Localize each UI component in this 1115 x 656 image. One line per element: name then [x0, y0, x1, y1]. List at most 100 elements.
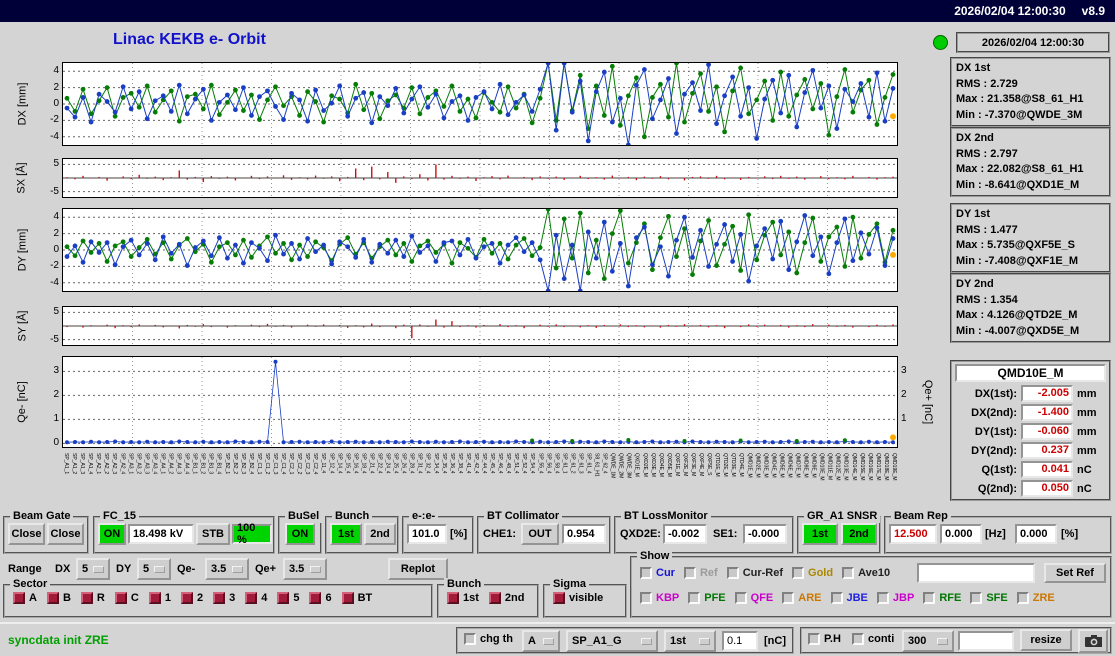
snapshot-button[interactable] — [1078, 629, 1108, 653]
fc15-on-button[interactable]: ON — [98, 523, 126, 545]
show-row2-jbp-checkbox[interactable]: JBP — [876, 592, 914, 604]
checkbox-indicator[interactable] — [277, 592, 290, 604]
busel-on-button[interactable]: ON — [285, 523, 315, 545]
show-row2-jbe-checkbox[interactable]: JBE — [830, 592, 868, 604]
sector-b-checkbox[interactable]: B — [46, 592, 71, 604]
range-qe-plus-select[interactable]: 3.5 — [283, 558, 327, 580]
show-row2-rfe-checkbox[interactable]: RFE — [923, 592, 961, 604]
bunch2-2nd-checkbox[interactable]: 2nd — [488, 592, 524, 604]
stats-title: DY 1st — [956, 208, 991, 220]
checkbox-indicator[interactable] — [852, 633, 864, 645]
checkbox-indicator[interactable] — [782, 592, 795, 604]
show-row1-cur-checkbox[interactable]: Cur — [640, 567, 675, 579]
show-row1-ref-checkbox[interactable]: Ref — [683, 567, 718, 579]
gr-a1-1st-button[interactable]: 1st — [802, 523, 838, 545]
sector-2-checkbox[interactable]: 2 — [180, 592, 203, 604]
axis-tick-label: -5 — [50, 333, 59, 345]
sector-3-checkbox[interactable]: 3 — [213, 592, 235, 604]
range-qe-minus-select[interactable]: 3.5 — [205, 558, 249, 580]
stats-title: DY 2nd — [956, 278, 994, 290]
interval-select[interactable]: 300 — [902, 630, 954, 652]
checkbox-indicator[interactable] — [46, 592, 59, 604]
bunch-2nd-button[interactable]: 2nd — [364, 523, 396, 545]
checkbox-indicator[interactable] — [842, 567, 855, 579]
station-label: SP_42_4 — [472, 453, 479, 474]
checkbox-indicator[interactable] — [148, 592, 161, 604]
checkbox-indicator[interactable] — [13, 592, 25, 604]
sector-6-checkbox[interactable]: 6 — [309, 592, 332, 604]
beam-gate-close1-button[interactable]: Close — [8, 523, 45, 545]
checkbox-indicator[interactable] — [553, 592, 565, 604]
sector-select[interactable]: A — [522, 630, 560, 652]
station-label: QMD5E_M — [778, 453, 785, 478]
gr-a1-2nd-button[interactable]: 2nd — [841, 523, 877, 545]
conti-checkbox[interactable]: conti — [852, 633, 894, 645]
checkbox-indicator[interactable] — [830, 592, 843, 604]
station-label: SP_B1_4 — [215, 453, 222, 475]
stats-max: Max : 5.735@QXF5E_S — [956, 239, 1075, 251]
show-row1-cur-ref-checkbox[interactable]: Cur-Ref — [726, 567, 783, 579]
show-row2-are-checkbox[interactable]: ARE — [782, 592, 822, 604]
sector-4-checkbox[interactable]: 4 — [245, 592, 267, 604]
beam-gate-close2-button[interactable]: Close — [47, 523, 84, 545]
checkbox-indicator[interactable] — [726, 567, 739, 579]
sector-r-checkbox[interactable]: R — [80, 592, 105, 604]
checkbox-indicator[interactable] — [970, 592, 983, 604]
show-row2-sfe-checkbox[interactable]: SFE — [970, 592, 1008, 604]
sigma-visible-checkbox[interactable]: visible — [553, 592, 603, 604]
checkbox-indicator[interactable] — [1016, 592, 1029, 604]
show-row2-kbp-checkbox[interactable]: KBP — [640, 592, 679, 604]
checkbox-label: QFE — [750, 592, 774, 604]
checkbox-indicator[interactable] — [640, 567, 652, 579]
resize-button[interactable]: resize — [1020, 629, 1072, 651]
checkbox-indicator[interactable] — [792, 567, 805, 579]
checkbox-indicator[interactable] — [683, 567, 696, 579]
set-ref-button[interactable]: Set Ref — [1044, 563, 1106, 583]
group-caption: Beam Gate — [10, 510, 74, 523]
sector-bt-checkbox[interactable]: BT — [341, 592, 372, 604]
checkbox-indicator[interactable] — [245, 592, 258, 604]
checkbox-indicator[interactable] — [808, 633, 820, 645]
checkbox-indicator[interactable] — [688, 592, 701, 604]
replot-button[interactable]: Replot — [388, 558, 448, 580]
checkbox-indicator[interactable] — [180, 592, 193, 604]
ref-file-input[interactable] — [917, 563, 1035, 583]
checkbox-indicator[interactable] — [80, 592, 93, 604]
plot-charge: 0 1 2 3 1 2 3 — [53, 356, 907, 448]
titlebar-datetime: 2026/02/04 12:00:30 — [954, 4, 1066, 18]
bunch2-1st-checkbox[interactable]: 1st — [447, 592, 479, 604]
ph-checkbox[interactable]: P.H — [808, 633, 841, 645]
group-caption: BT Collimator — [484, 510, 563, 523]
checkbox-indicator[interactable] — [876, 592, 889, 604]
show-row2-pfe-checkbox[interactable]: PFE — [688, 592, 726, 604]
checkbox-indicator[interactable] — [213, 592, 226, 604]
range-dx-select[interactable]: 5 — [76, 558, 110, 580]
checkbox-indicator[interactable] — [464, 633, 476, 645]
threshold-input[interactable] — [722, 631, 758, 651]
checkbox-indicator[interactable] — [488, 592, 501, 604]
checkbox-indicator[interactable] — [341, 592, 354, 604]
fc15-stb-button[interactable]: STB — [196, 523, 230, 545]
show-row1-gold-checkbox[interactable]: Gold — [792, 567, 833, 579]
checkbox-indicator[interactable] — [114, 592, 127, 604]
bunch-1st-button[interactable]: 1st — [330, 523, 362, 545]
sector-c-checkbox[interactable]: C — [114, 592, 139, 604]
show-row2-zre-checkbox[interactable]: ZRE — [1016, 592, 1055, 604]
che1-out-button[interactable]: OUT — [521, 523, 559, 545]
checkbox-indicator[interactable] — [640, 592, 652, 604]
sector-5-checkbox[interactable]: 5 — [277, 592, 299, 604]
show-row2-qfe-checkbox[interactable]: QFE — [734, 592, 774, 604]
show-row1-ave10-checkbox[interactable]: Ave10 — [842, 567, 890, 579]
monitor-select[interactable]: SP_A1_G — [566, 630, 658, 652]
count-input[interactable] — [958, 631, 1014, 651]
range-dy-select[interactable]: 5 — [137, 558, 171, 580]
checkbox-indicator[interactable] — [447, 592, 459, 604]
sector-1-checkbox[interactable]: 1 — [148, 592, 171, 604]
sector-a-checkbox[interactable]: A — [13, 592, 37, 604]
bunch-select[interactable]: 1st — [664, 630, 716, 652]
chg-th-checkbox[interactable]: chg th — [464, 633, 513, 645]
checkbox-indicator[interactable] — [309, 592, 322, 604]
checkbox-indicator[interactable] — [734, 592, 747, 604]
checkbox-indicator[interactable] — [923, 592, 936, 604]
checkbox-label: 1st — [463, 592, 479, 604]
